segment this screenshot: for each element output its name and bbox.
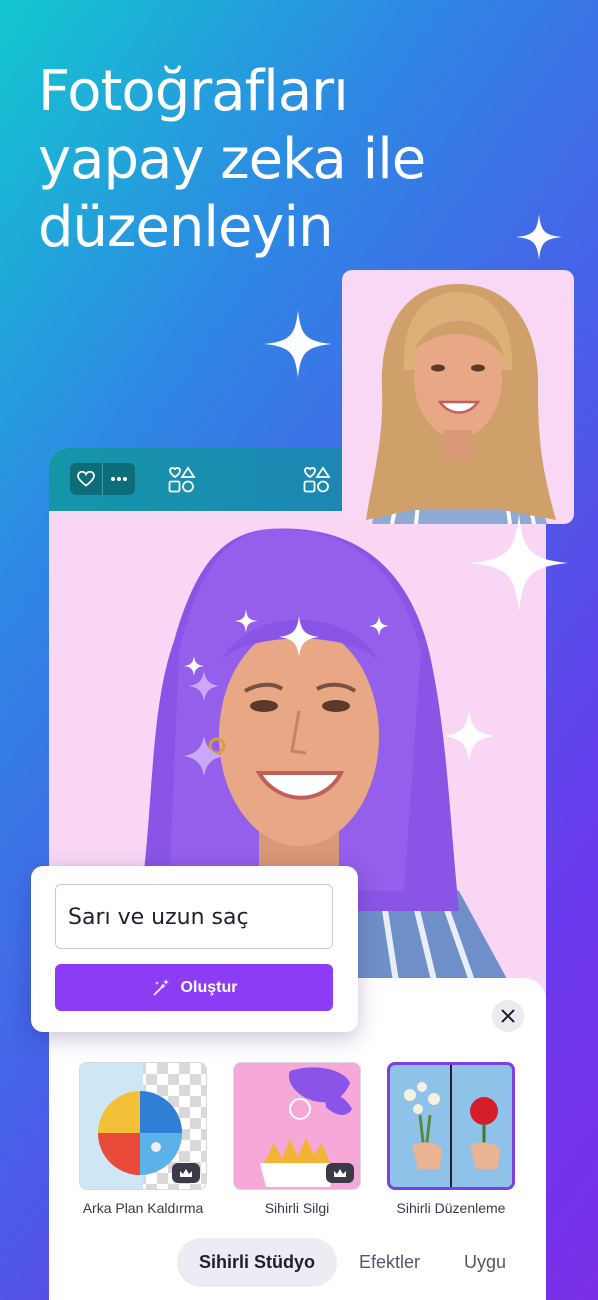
magic-wand-icon [152,978,169,996]
headline-line-2: yapay zeka ile [38,127,426,192]
tool-magic-eraser[interactable]: Sihirli Silgi [233,1062,361,1216]
elements-icon[interactable] [302,465,332,495]
close-icon [501,1009,515,1023]
sparkle-icon [264,310,332,378]
tab-magic-studio[interactable]: Sihirli Stüdyo [177,1238,338,1287]
original-photo [342,270,574,524]
tools-row: Arka Plan Kaldırma Sihirli Silgi Sihirli… [79,1062,515,1216]
tool-magic-edit[interactable]: Sihirli Düzenleme [387,1062,515,1216]
tab-apps[interactable]: Uygu [442,1238,528,1287]
tab-effects[interactable]: Efektler [337,1238,442,1287]
elements-icon[interactable] [167,465,197,495]
sparkle-icon [470,514,568,612]
headline: Fotoğrafları yapay zeka ile düzenleyin [38,58,498,262]
crown-icon [172,1163,200,1183]
tool-label: Sihirli Silgi [264,1200,330,1216]
tool-thumbnail [233,1062,361,1190]
tool-thumbnail [387,1062,515,1190]
sparkle-icon [516,214,562,260]
close-button[interactable] [492,1000,524,1032]
headline-line-3: düzenleyin [38,195,334,260]
tool-thumbnail [79,1062,207,1190]
toolbar-group [70,463,135,495]
generate-button[interactable]: Oluştur [55,964,333,1011]
tool-background-remover[interactable]: Arka Plan Kaldırma [79,1062,207,1216]
tab-bar: Sihirli Stüdyo Efektler Uygu [177,1238,528,1287]
heart-icon[interactable] [70,463,102,495]
more-icon[interactable] [103,463,135,495]
tool-label: Sihirli Düzenleme [396,1200,506,1216]
prompt-card: Sarı ve uzun saç Oluştur [31,866,358,1032]
generate-button-label: Oluştur [180,978,238,996]
prompt-input[interactable]: Sarı ve uzun saç [55,884,333,949]
headline-line-1: Fotoğrafları [38,59,349,124]
crown-icon [326,1163,354,1183]
tool-label: Arka Plan Kaldırma [82,1200,204,1216]
